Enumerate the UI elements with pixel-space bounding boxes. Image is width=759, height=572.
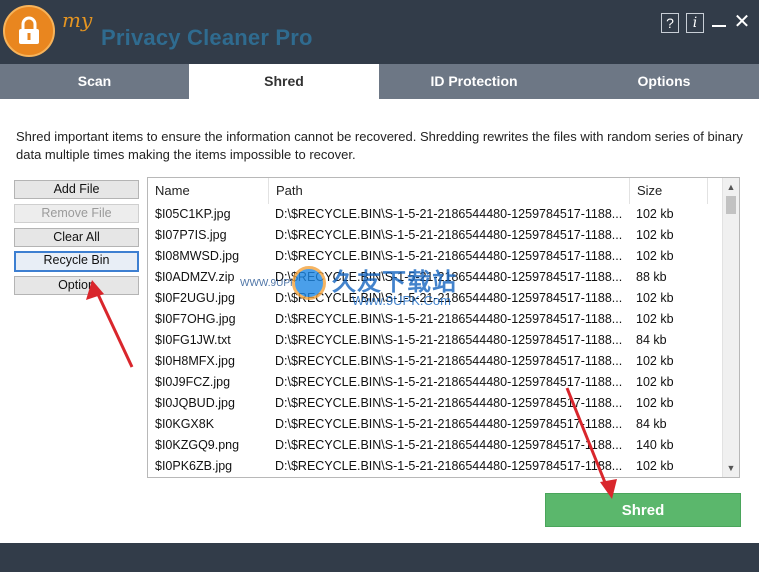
- watermark-url: Www.9UPK.Com: [352, 293, 451, 308]
- file-path: D:\$RECYCLE.BIN\S-1-5-21-2186544480-1259…: [275, 228, 623, 242]
- table-row[interactable]: $I0H8MFX.jpg D:\$RECYCLE.BIN\S-1-5-21-21…: [148, 351, 722, 372]
- table-row[interactable]: $I0PK6ZB.jpg D:\$RECYCLE.BIN\S-1-5-21-21…: [148, 456, 722, 477]
- scrollbar-thumb[interactable]: [726, 196, 736, 214]
- file-size: 102 kb: [636, 312, 674, 326]
- table-row[interactable]: $I07P7IS.jpg D:\$RECYCLE.BIN\S-1-5-21-21…: [148, 225, 722, 246]
- column-header-name[interactable]: Name: [148, 178, 269, 204]
- file-name: $I05C1KP.jpg: [155, 207, 231, 221]
- file-name: $I0FG1JW.txt: [155, 333, 231, 347]
- file-path: D:\$RECYCLE.BIN\S-1-5-21-2186544480-1259…: [275, 333, 623, 347]
- table-row[interactable]: $I0J9FCZ.jpg D:\$RECYCLE.BIN\S-1-5-21-21…: [148, 372, 722, 393]
- file-path: D:\$RECYCLE.BIN\S-1-5-21-2186544480-1259…: [275, 396, 623, 410]
- file-size: 102 kb: [636, 459, 674, 473]
- title-bar: my Privacy Cleaner Pro ? i ✕: [0, 0, 759, 64]
- padlock-icon: [3, 5, 55, 57]
- tab-scan[interactable]: Scan: [0, 64, 189, 99]
- option-button[interactable]: Option: [14, 276, 139, 295]
- watermark-logo-icon: [292, 266, 326, 300]
- file-path: D:\$RECYCLE.BIN\S-1-5-21-2186544480-1259…: [275, 459, 623, 473]
- app-title: Privacy Cleaner Pro: [101, 25, 313, 50]
- close-icon[interactable]: ✕: [732, 12, 752, 32]
- footer-bar: [0, 543, 759, 572]
- file-name: $I0KGX8K: [155, 417, 215, 431]
- file-size: 140 kb: [636, 438, 674, 452]
- shred-description: Shred important items to ensure the info…: [16, 129, 743, 162]
- remove-file-button[interactable]: Remove File: [14, 204, 139, 223]
- file-name: $I0KZGQ9.png: [155, 438, 240, 452]
- file-name: $I0J9FCZ.jpg: [155, 375, 231, 389]
- file-size: 102 kb: [636, 291, 674, 305]
- file-size: 84 kb: [636, 333, 667, 347]
- recycle-bin-button[interactable]: Recycle Bin: [14, 251, 139, 272]
- file-name: $I07P7IS.jpg: [155, 228, 227, 242]
- column-header-path[interactable]: Path: [269, 178, 630, 204]
- minimize-icon[interactable]: [709, 12, 729, 32]
- file-size: 102 kb: [636, 396, 674, 410]
- file-list[interactable]: Name Path Size $I05C1KP.jpg D:\$RECYCLE.…: [147, 177, 740, 478]
- tab-options[interactable]: Options: [569, 64, 759, 99]
- tab-bar: Scan Shred ID Protection Options: [0, 64, 759, 99]
- file-name: $I0PK6ZB.jpg: [155, 459, 233, 473]
- scroll-down-icon[interactable]: ▼: [723, 460, 739, 476]
- vertical-scrollbar[interactable]: ▲ ▼: [722, 178, 739, 477]
- watermark: WWW.9UPK.COM 久友下载站 Www.9UPK.Com: [240, 262, 500, 322]
- file-size: 88 kb: [636, 270, 667, 284]
- file-size: 102 kb: [636, 228, 674, 242]
- tab-shred[interactable]: Shred: [189, 64, 379, 99]
- table-row[interactable]: $I0KGX8K D:\$RECYCLE.BIN\S-1-5-21-218654…: [148, 414, 722, 435]
- brand-prefix: my: [62, 8, 93, 32]
- file-size: 102 kb: [636, 354, 674, 368]
- table-row[interactable]: $I0KZGQ9.png D:\$RECYCLE.BIN\S-1-5-21-21…: [148, 435, 722, 456]
- file-path: D:\$RECYCLE.BIN\S-1-5-21-2186544480-1259…: [275, 417, 623, 431]
- clear-all-button[interactable]: Clear All: [14, 228, 139, 247]
- file-size: 102 kb: [636, 375, 674, 389]
- watermark-title: 久友下载站: [332, 269, 457, 296]
- file-size: 84 kb: [636, 417, 667, 431]
- table-row[interactable]: $I0FG1JW.txt D:\$RECYCLE.BIN\S-1-5-21-21…: [148, 330, 722, 351]
- file-path: D:\$RECYCLE.BIN\S-1-5-21-2186544480-1259…: [275, 207, 623, 221]
- file-name: $I0JQBUD.jpg: [155, 396, 235, 410]
- column-header-size[interactable]: Size: [630, 178, 708, 204]
- file-path: D:\$RECYCLE.BIN\S-1-5-21-2186544480-1259…: [275, 375, 623, 389]
- tab-id-protection[interactable]: ID Protection: [379, 64, 569, 99]
- file-path: D:\$RECYCLE.BIN\S-1-5-21-2186544480-1259…: [275, 354, 623, 368]
- file-size: 102 kb: [636, 207, 674, 221]
- add-file-button[interactable]: Add File: [14, 180, 139, 199]
- shred-button[interactable]: Shred: [545, 493, 741, 527]
- file-name: $I0H8MFX.jpg: [155, 354, 235, 368]
- table-row[interactable]: $I0JQBUD.jpg D:\$RECYCLE.BIN\S-1-5-21-21…: [148, 393, 722, 414]
- table-row[interactable]: $I05C1KP.jpg D:\$RECYCLE.BIN\S-1-5-21-21…: [148, 204, 722, 225]
- list-header: Name Path Size: [148, 178, 722, 204]
- scroll-up-icon[interactable]: ▲: [723, 179, 739, 195]
- info-button[interactable]: i: [686, 13, 704, 33]
- file-size: 102 kb: [636, 249, 674, 263]
- file-path: D:\$RECYCLE.BIN\S-1-5-21-2186544480-1259…: [275, 438, 623, 452]
- help-button[interactable]: ?: [661, 13, 679, 33]
